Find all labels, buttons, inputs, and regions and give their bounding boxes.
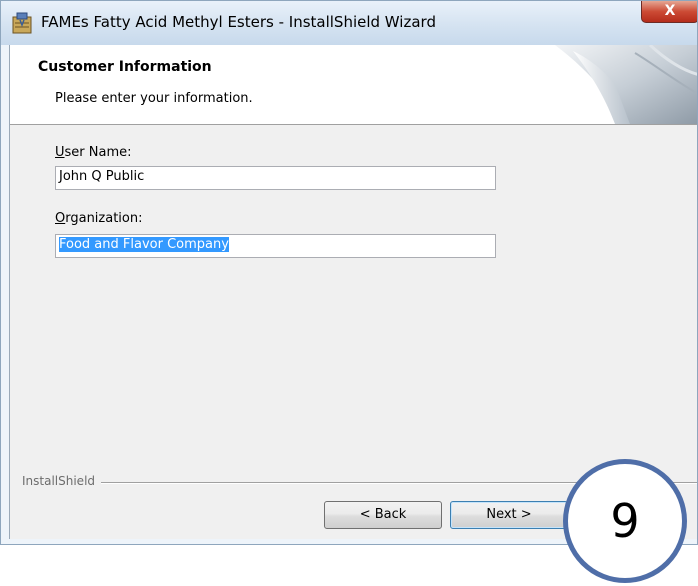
installer-window: FAMEs Fatty Acid Methyl Esters - Install… — [0, 0, 698, 545]
wizard-header: Customer Information Please enter your i… — [10, 45, 697, 125]
organization-label: Organization: — [55, 211, 143, 226]
organization-value: Food and Flavor Company — [59, 237, 229, 252]
back-button[interactable]: < Back — [324, 501, 442, 529]
organization-input[interactable]: Food and Flavor Company — [55, 234, 496, 258]
window-title: FAMEs Fatty Acid Methyl Esters - Install… — [41, 13, 436, 31]
username-label: User Name: — [55, 145, 132, 160]
page-title: Customer Information — [38, 59, 212, 75]
next-button[interactable]: Next > — [450, 501, 568, 529]
step-number-badge: 9 — [563, 459, 687, 583]
curled-page-graphic — [555, 45, 697, 124]
installer-package-icon — [12, 12, 32, 34]
close-button[interactable]: X — [641, 1, 697, 23]
page-subtitle: Please enter your information. — [55, 91, 253, 106]
username-value: John Q Public — [59, 169, 145, 184]
title-bar[interactable]: FAMEs Fatty Acid Methyl Esters - Install… — [1, 1, 697, 45]
username-input[interactable]: John Q Public — [55, 166, 496, 190]
wizard-body: Customer Information Please enter your i… — [9, 45, 697, 539]
installshield-brand: InstallShield — [22, 474, 102, 488]
